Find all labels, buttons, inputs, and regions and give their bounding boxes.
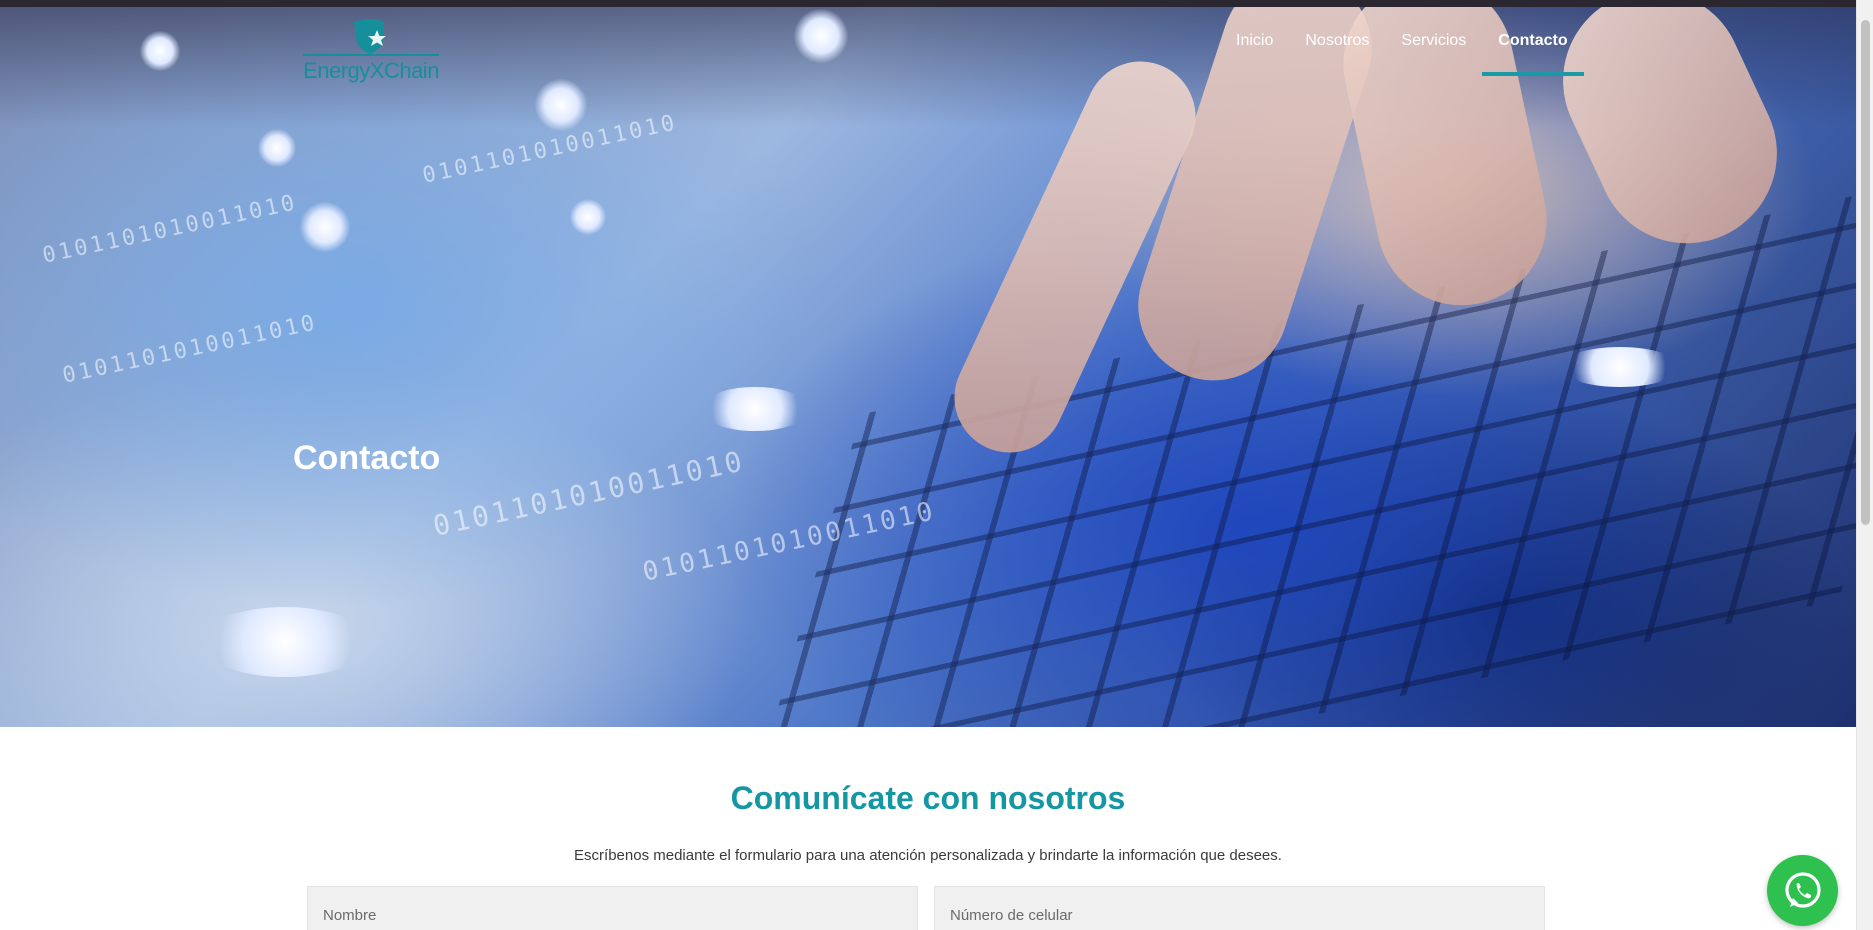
- map-node: [700, 387, 810, 431]
- nav-item-nosotros[interactable]: Nosotros: [1289, 22, 1385, 74]
- map-node: [300, 202, 350, 252]
- name-field[interactable]: Nombre: [307, 886, 918, 930]
- shield-star-icon: [354, 19, 386, 54]
- nav-item-inicio[interactable]: Inicio: [1220, 22, 1289, 74]
- contact-section-title: Comunícate con nosotros: [730, 780, 1126, 816]
- map-node: [794, 9, 848, 63]
- whatsapp-button[interactable]: [1767, 855, 1838, 926]
- nav-item-servicios[interactable]: Servicios: [1385, 22, 1482, 74]
- page-scrollbar[interactable]: [1856, 0, 1873, 930]
- phone-field-placeholder: Número de celular: [950, 907, 1073, 924]
- map-node: [140, 31, 180, 71]
- brand-logo[interactable]: EnergyXChain: [303, 18, 439, 88]
- main-navigation: Inicio Nosotros Servicios Contacto: [1220, 22, 1584, 76]
- nav-item-contacto[interactable]: Contacto: [1482, 22, 1584, 76]
- hero-banner: 0101101010011010 0101101010011010 010110…: [0, 7, 1856, 727]
- brand-name: EnergyXChain: [303, 58, 439, 83]
- browser-top-strip: [0, 0, 1856, 7]
- binary-digits: 0101101010011010: [40, 190, 300, 269]
- binary-digits: 0101101010011010: [60, 310, 320, 389]
- map-node: [535, 79, 587, 131]
- scrollbar-thumb[interactable]: [1861, 20, 1870, 525]
- logo-underline: [303, 54, 439, 56]
- hero-title: Contacto: [293, 439, 441, 477]
- name-field-placeholder: Nombre: [323, 907, 377, 924]
- whatsapp-icon: [1784, 871, 1821, 908]
- map-node: [1560, 347, 1680, 387]
- map-node: [200, 607, 370, 677]
- phone-field[interactable]: Número de celular: [934, 886, 1545, 930]
- map-node: [570, 199, 606, 235]
- contact-section-description: Escríbenos mediante el formulario para u…: [574, 847, 1282, 864]
- binary-digits: 0101101010011010: [430, 444, 748, 543]
- map-node: [258, 129, 296, 167]
